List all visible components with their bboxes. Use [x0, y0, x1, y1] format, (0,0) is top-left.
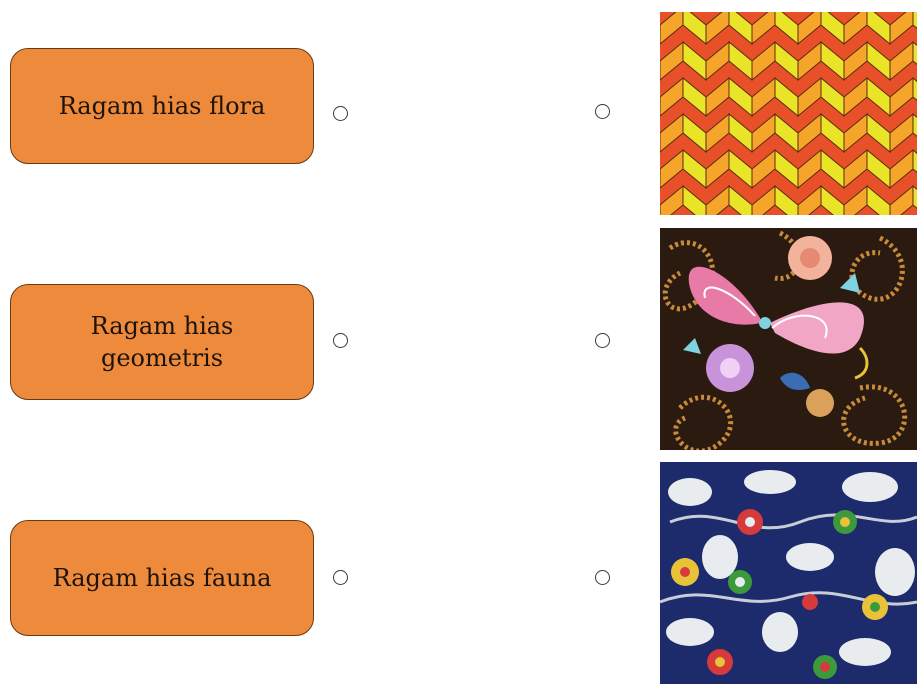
- right-radio-1[interactable]: [595, 104, 610, 119]
- left-radio-1[interactable]: [333, 106, 348, 121]
- label-text: Ragam hias fauna: [52, 563, 272, 592]
- right-radio-3[interactable]: [595, 570, 610, 585]
- label-ragam-hias-fauna[interactable]: Ragam hias fauna: [10, 520, 314, 636]
- label-ragam-hias-flora[interactable]: Ragam hias flora: [10, 48, 314, 164]
- label-text: Ragam hias flora: [58, 91, 266, 120]
- floral-batik-pattern-image: [660, 462, 917, 684]
- left-radio-2[interactable]: [333, 333, 348, 348]
- left-radio-3[interactable]: [333, 570, 348, 585]
- chevron-geometric-pattern-image: [660, 12, 917, 215]
- butterfly-batik-pattern-image: [660, 228, 917, 450]
- label-ragam-hias-geometris[interactable]: Ragam hias geometris: [10, 284, 314, 400]
- label-text: Ragam hias geometris: [90, 311, 234, 372]
- right-radio-2[interactable]: [595, 333, 610, 348]
